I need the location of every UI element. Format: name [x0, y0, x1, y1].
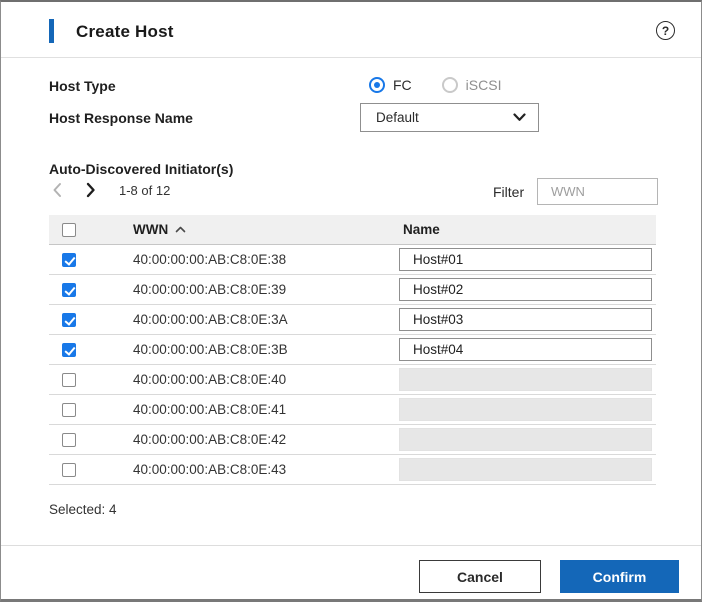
table-row: 40:00:00:00:AB:C8:0E:38: [49, 245, 656, 275]
host-response-label: Host Response Name: [49, 110, 193, 126]
host-response-value: Default: [376, 110, 419, 125]
prev-page-icon[interactable]: [47, 180, 67, 200]
row-checkbox[interactable]: [62, 283, 76, 297]
name-input[interactable]: [399, 398, 652, 421]
table-row: 40:00:00:00:AB:C8:0E:39: [49, 275, 656, 305]
row-checkbox[interactable]: [62, 433, 76, 447]
dialog-header: Create Host ?: [1, 2, 701, 58]
initiators-heading: Auto-Discovered Initiator(s): [49, 161, 233, 177]
host-response-select[interactable]: Default: [360, 103, 539, 132]
table-row: 40:00:00:00:AB:C8:0E:40: [49, 365, 656, 395]
name-input[interactable]: [399, 338, 652, 361]
row-checkbox[interactable]: [62, 463, 76, 477]
wwn-cell: 40:00:00:00:AB:C8:0E:40: [133, 372, 286, 387]
wwn-cell: 40:00:00:00:AB:C8:0E:3B: [133, 342, 288, 357]
cancel-button[interactable]: Cancel: [419, 560, 541, 593]
table-header-row: WWN Name: [49, 215, 656, 245]
selected-count: Selected: 4: [49, 502, 117, 517]
select-all-checkbox[interactable]: [62, 223, 76, 237]
filter-label: Filter: [493, 184, 524, 200]
dialog-title: Create Host: [76, 22, 174, 42]
confirm-button[interactable]: Confirm: [560, 560, 679, 593]
initiator-table-body: 40:00:00:00:AB:C8:0E:38 40:00:00:00:AB:C…: [49, 245, 656, 485]
accent-bar: [49, 19, 54, 43]
wwn-cell: 40:00:00:00:AB:C8:0E:3A: [133, 312, 288, 327]
wwn-cell: 40:00:00:00:AB:C8:0E:38: [133, 252, 286, 267]
row-checkbox[interactable]: [62, 313, 76, 327]
dialog-footer: Cancel Confirm: [1, 545, 701, 601]
filter-input[interactable]: [537, 178, 658, 205]
name-input[interactable]: [399, 248, 652, 271]
host-type-label: Host Type: [49, 78, 116, 94]
row-checkbox[interactable]: [62, 343, 76, 357]
table-row: 40:00:00:00:AB:C8:0E:41: [49, 395, 656, 425]
radio-fc-label: FC: [393, 77, 412, 93]
chevron-down-icon: [513, 113, 526, 122]
page-range: 1-8 of 12: [119, 183, 170, 198]
radio-iscsi-label: iSCSI: [466, 77, 502, 93]
wwn-cell: 40:00:00:00:AB:C8:0E:41: [133, 402, 286, 417]
next-page-icon[interactable]: [81, 180, 101, 200]
create-host-dialog: Create Host ? Host Type FC iSCSI Host Re…: [0, 0, 702, 602]
name-input[interactable]: [399, 368, 652, 391]
wwn-cell: 40:00:00:00:AB:C8:0E:42: [133, 432, 286, 447]
row-checkbox[interactable]: [62, 403, 76, 417]
name-input[interactable]: [399, 428, 652, 451]
radio-fc[interactable]: [369, 77, 385, 93]
host-type-radio-group: FC iSCSI: [369, 77, 501, 93]
row-checkbox[interactable]: [62, 373, 76, 387]
name-column-header: Name: [403, 222, 440, 237]
help-icon[interactable]: ?: [656, 21, 675, 40]
wwn-cell: 40:00:00:00:AB:C8:0E:43: [133, 462, 286, 477]
table-row: 40:00:00:00:AB:C8:0E:3B: [49, 335, 656, 365]
wwn-column-header[interactable]: WWN: [133, 222, 186, 237]
sort-asc-icon: [175, 226, 186, 233]
table-row: 40:00:00:00:AB:C8:0E:42: [49, 425, 656, 455]
name-input[interactable]: [399, 458, 652, 481]
pagination: 1-8 of 12: [47, 180, 170, 200]
table-row: 40:00:00:00:AB:C8:0E:3A: [49, 305, 656, 335]
row-checkbox[interactable]: [62, 253, 76, 267]
name-input[interactable]: [399, 278, 652, 301]
initiator-table: WWN Name 40:00:00:00:AB:C8:0E:38 40:00:0…: [49, 215, 656, 485]
name-input[interactable]: [399, 308, 652, 331]
table-row: 40:00:00:00:AB:C8:0E:43: [49, 455, 656, 485]
wwn-cell: 40:00:00:00:AB:C8:0E:39: [133, 282, 286, 297]
radio-iscsi[interactable]: [442, 77, 458, 93]
